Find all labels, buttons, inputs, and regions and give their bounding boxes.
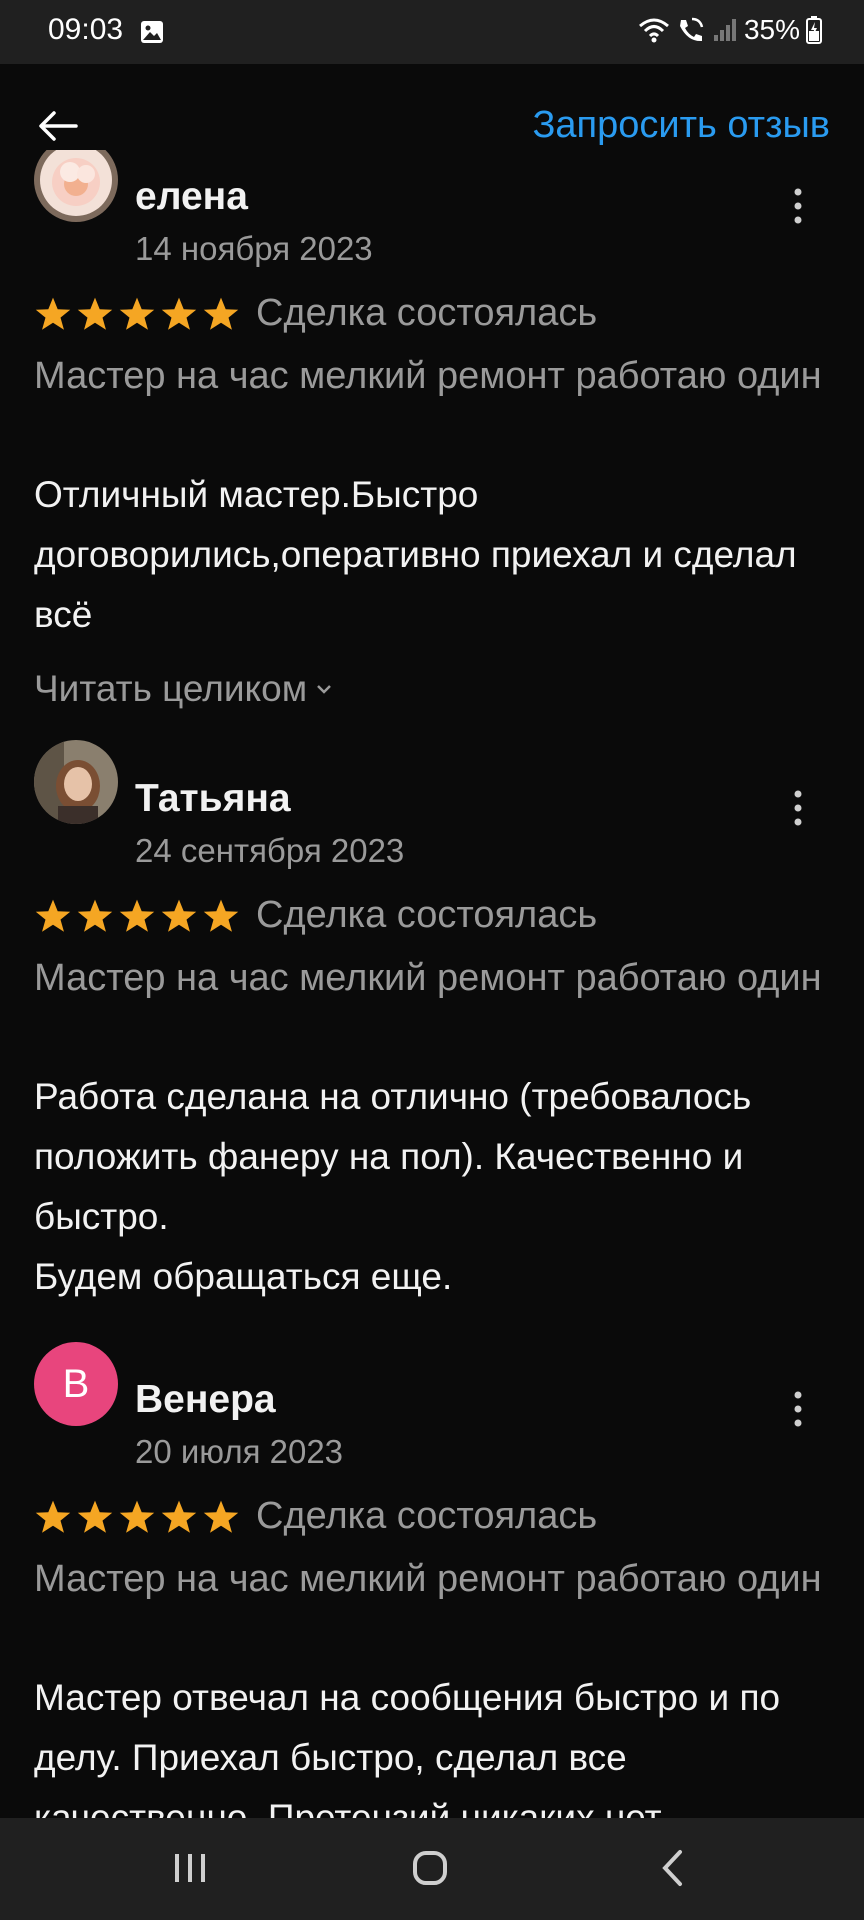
star-icon [161, 297, 197, 330]
status-icons: 35% [638, 14, 822, 46]
author-name: Венера [135, 1378, 276, 1421]
star-icon [35, 1500, 71, 1533]
avatar[interactable]: В [34, 1342, 118, 1426]
request-review-button[interactable]: Запросить отзыв [532, 104, 830, 147]
star-icon [77, 1500, 113, 1533]
deal-status: Сделка состоялась [256, 1495, 598, 1537]
service-title: Мастер на час мелкий ремонт работаю один [34, 957, 822, 999]
status-time: 09:03 [48, 13, 124, 46]
review-date: 14 ноября 2023 [135, 230, 373, 267]
star-rating [34, 898, 240, 934]
author-name: елена [135, 175, 248, 218]
author-name: Татьяна [135, 777, 291, 820]
star-rating [34, 296, 240, 332]
star-icon [35, 899, 71, 932]
review-text: Мастер отвечал на сообщения быстро и по … [34, 1677, 781, 1818]
star-icon [35, 297, 71, 330]
service-title: Мастер на час мелкий ремонт работаю один [34, 355, 822, 397]
flower-photo [34, 150, 118, 222]
status-bar: 09:03 35% [0, 0, 864, 64]
home-icon[interactable] [410, 1848, 450, 1888]
review-text: Работа сделана на отлично (требовалось п… [34, 1076, 752, 1297]
review-text: Отличный мастер.Быстро договорились,опер… [34, 474, 797, 635]
rating-row: Сделка состоялась [34, 1495, 597, 1538]
review-card: Татьяна 24 сентября 2023 Сделка состояла… [0, 740, 864, 1350]
reviews-list[interactable]: елена 14 ноября 2023 Сделка состоялась М… [0, 150, 864, 1818]
signal-icon [713, 19, 736, 41]
system-nav-bar [0, 1818, 864, 1920]
star-icon [119, 899, 155, 932]
deal-status: Сделка состоялась [256, 292, 598, 334]
battery-percent: 35% [743, 14, 800, 45]
rating-row: Сделка состоялась [34, 894, 597, 937]
read-more-label: Читать целиком [34, 668, 308, 709]
avatar[interactable] [34, 740, 118, 824]
wifi-icon [638, 18, 669, 43]
star-icon [77, 297, 113, 330]
star-icon [161, 1500, 197, 1533]
read-more-link[interactable]: Читать целиком [34, 668, 333, 710]
recent-apps-icon[interactable] [172, 1848, 208, 1888]
more-options-button[interactable] [786, 184, 810, 228]
back-nav-icon[interactable] [658, 1848, 686, 1888]
star-icon [119, 297, 155, 330]
deal-status: Сделка состоялась [256, 894, 598, 936]
review-card: В Венера 20 июля 2023 Сделка состоялась … [0, 1342, 864, 1818]
rating-row: Сделка состоялась [34, 292, 597, 335]
star-icon [161, 899, 197, 932]
user-photo [34, 740, 118, 824]
chevron-down-icon [317, 685, 332, 694]
review-date: 20 июля 2023 [135, 1433, 344, 1470]
star-icon [203, 297, 239, 330]
back-button[interactable] [36, 104, 80, 148]
avatar[interactable] [34, 150, 118, 222]
star-icon [203, 899, 239, 932]
service-title: Мастер на час мелкий ремонт работаю один [34, 1558, 822, 1600]
star-rating [34, 1499, 240, 1535]
gallery-icon [141, 21, 163, 43]
star-icon [77, 899, 113, 932]
review-date: 24 сентября 2023 [135, 832, 405, 869]
review-card: елена 14 ноября 2023 Сделка состоялась М… [0, 150, 864, 750]
star-icon [203, 1500, 239, 1533]
star-icon [119, 1500, 155, 1533]
wifi-calling-icon [679, 17, 704, 42]
more-options-button[interactable] [786, 1387, 810, 1431]
battery-charging-icon [806, 16, 822, 44]
more-options-button[interactable] [786, 786, 810, 830]
